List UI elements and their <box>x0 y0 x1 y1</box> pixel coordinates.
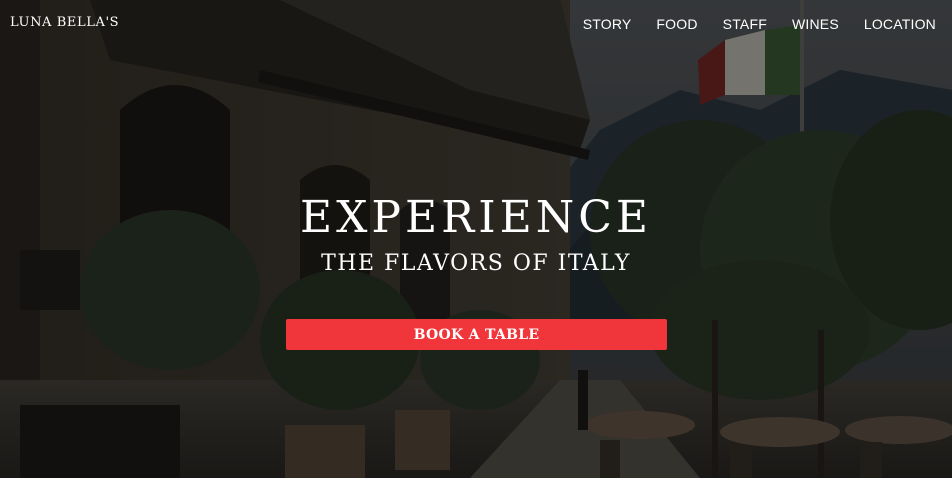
nav-item-location[interactable]: LOCATION <box>864 16 936 32</box>
hero-headline: EXPERIENCE <box>299 192 653 243</box>
nav-item-food[interactable]: FOOD <box>656 16 697 32</box>
nav-item-story[interactable]: STORY <box>583 16 632 32</box>
brand-logo[interactable]: LUNA BELLA'S <box>10 15 119 30</box>
nav-item-staff[interactable]: STAFF <box>723 16 767 32</box>
book-table-button[interactable]: BOOK A TABLE <box>286 319 667 350</box>
hero-subheadline: THE FLAVORS OF ITALY <box>321 251 631 276</box>
main-nav: STORY FOOD STAFF WINES LOCATION <box>583 0 952 48</box>
nav-item-wines[interactable]: WINES <box>792 16 839 32</box>
